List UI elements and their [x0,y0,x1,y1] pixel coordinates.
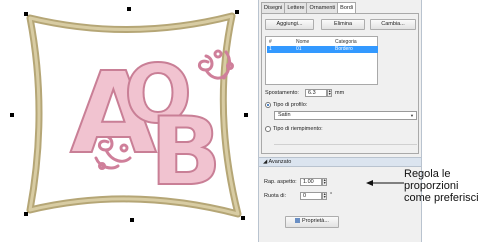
advanced-section-header[interactable]: ◢ Avanzato [259,157,421,167]
outline-type-select[interactable]: Satin ▼ [274,111,417,120]
bordi-tab-content: Aggiungi... Elimina Cambia... # Nome Cat… [261,13,419,154]
list-header-category: Categoria [335,39,357,45]
change-button[interactable]: Cambia... [370,19,416,30]
fill-type-radio[interactable] [265,126,271,132]
properties-icon [295,218,301,223]
fill-type-label: Tipo di riempimento: [273,126,323,132]
rotate-label: Ruota di: [264,193,287,199]
tab-lettere[interactable]: Lettere [284,2,308,13]
chevron-down-icon: ▼ [410,113,414,118]
advanced-title: Avanzato [268,159,292,165]
offset-unit: mm [335,90,345,96]
properties-button-label: Proprietà... [302,218,329,224]
callout-text: Regola le proporzioni come preferisci [404,168,479,204]
add-button[interactable]: Aggiungi... [265,19,314,30]
list-item-number: 1 [269,46,272,52]
lettering-docker-panel: Disegni Lettere Ornamenti Bordi Aggiungi… [258,0,422,242]
aspect-ratio-input[interactable]: 1.00 [300,178,322,186]
aspect-ratio-stepper[interactable]: ▲ ▼ [322,178,327,186]
rotate-input[interactable]: 0 [300,192,322,200]
design-canvas[interactable]: A O B [0,0,258,250]
list-header-number: # [269,39,272,45]
list-item[interactable]: 1 01 Bordero [267,46,378,53]
list-item-name: 01 [296,46,302,52]
offset-input[interactable]: 6.3 [305,89,327,97]
outline-type-value: Satin [278,112,291,118]
embroidery-artwork: A O B [10,7,248,222]
outline-type-radio[interactable] [265,102,271,108]
list-item-category: Bordero [335,46,353,52]
aspect-ratio-label: Rap. aspetto: [264,179,297,185]
rotate-unit: ° [330,192,333,198]
border-list[interactable]: # Nome Categoria 1 01 Bordero [265,36,378,85]
outline-type-label: Tipo di profilo: [273,102,308,108]
panel-tabs: Disegni Lettere Ornamenti Bordi [261,2,356,14]
letter-b: B [150,98,222,207]
delete-button[interactable]: Elimina [321,19,365,30]
properties-button[interactable]: Proprietà... [285,216,339,228]
rotate-stepper[interactable]: ▲ ▼ [322,192,327,200]
offset-label: Spostamento: [265,90,299,96]
monogram-letters[interactable]: A O B [69,47,223,208]
tab-disegni[interactable]: Disegni [261,2,286,13]
offset-stepper[interactable]: ▲ ▼ [327,89,332,97]
callout-arrow-icon [366,180,404,186]
ornament-swirl-top [198,49,234,80]
list-header-name: Nome [296,39,310,45]
fill-type-placeholder [274,136,417,145]
tab-ornamenti[interactable]: Ornamenti [306,2,339,13]
